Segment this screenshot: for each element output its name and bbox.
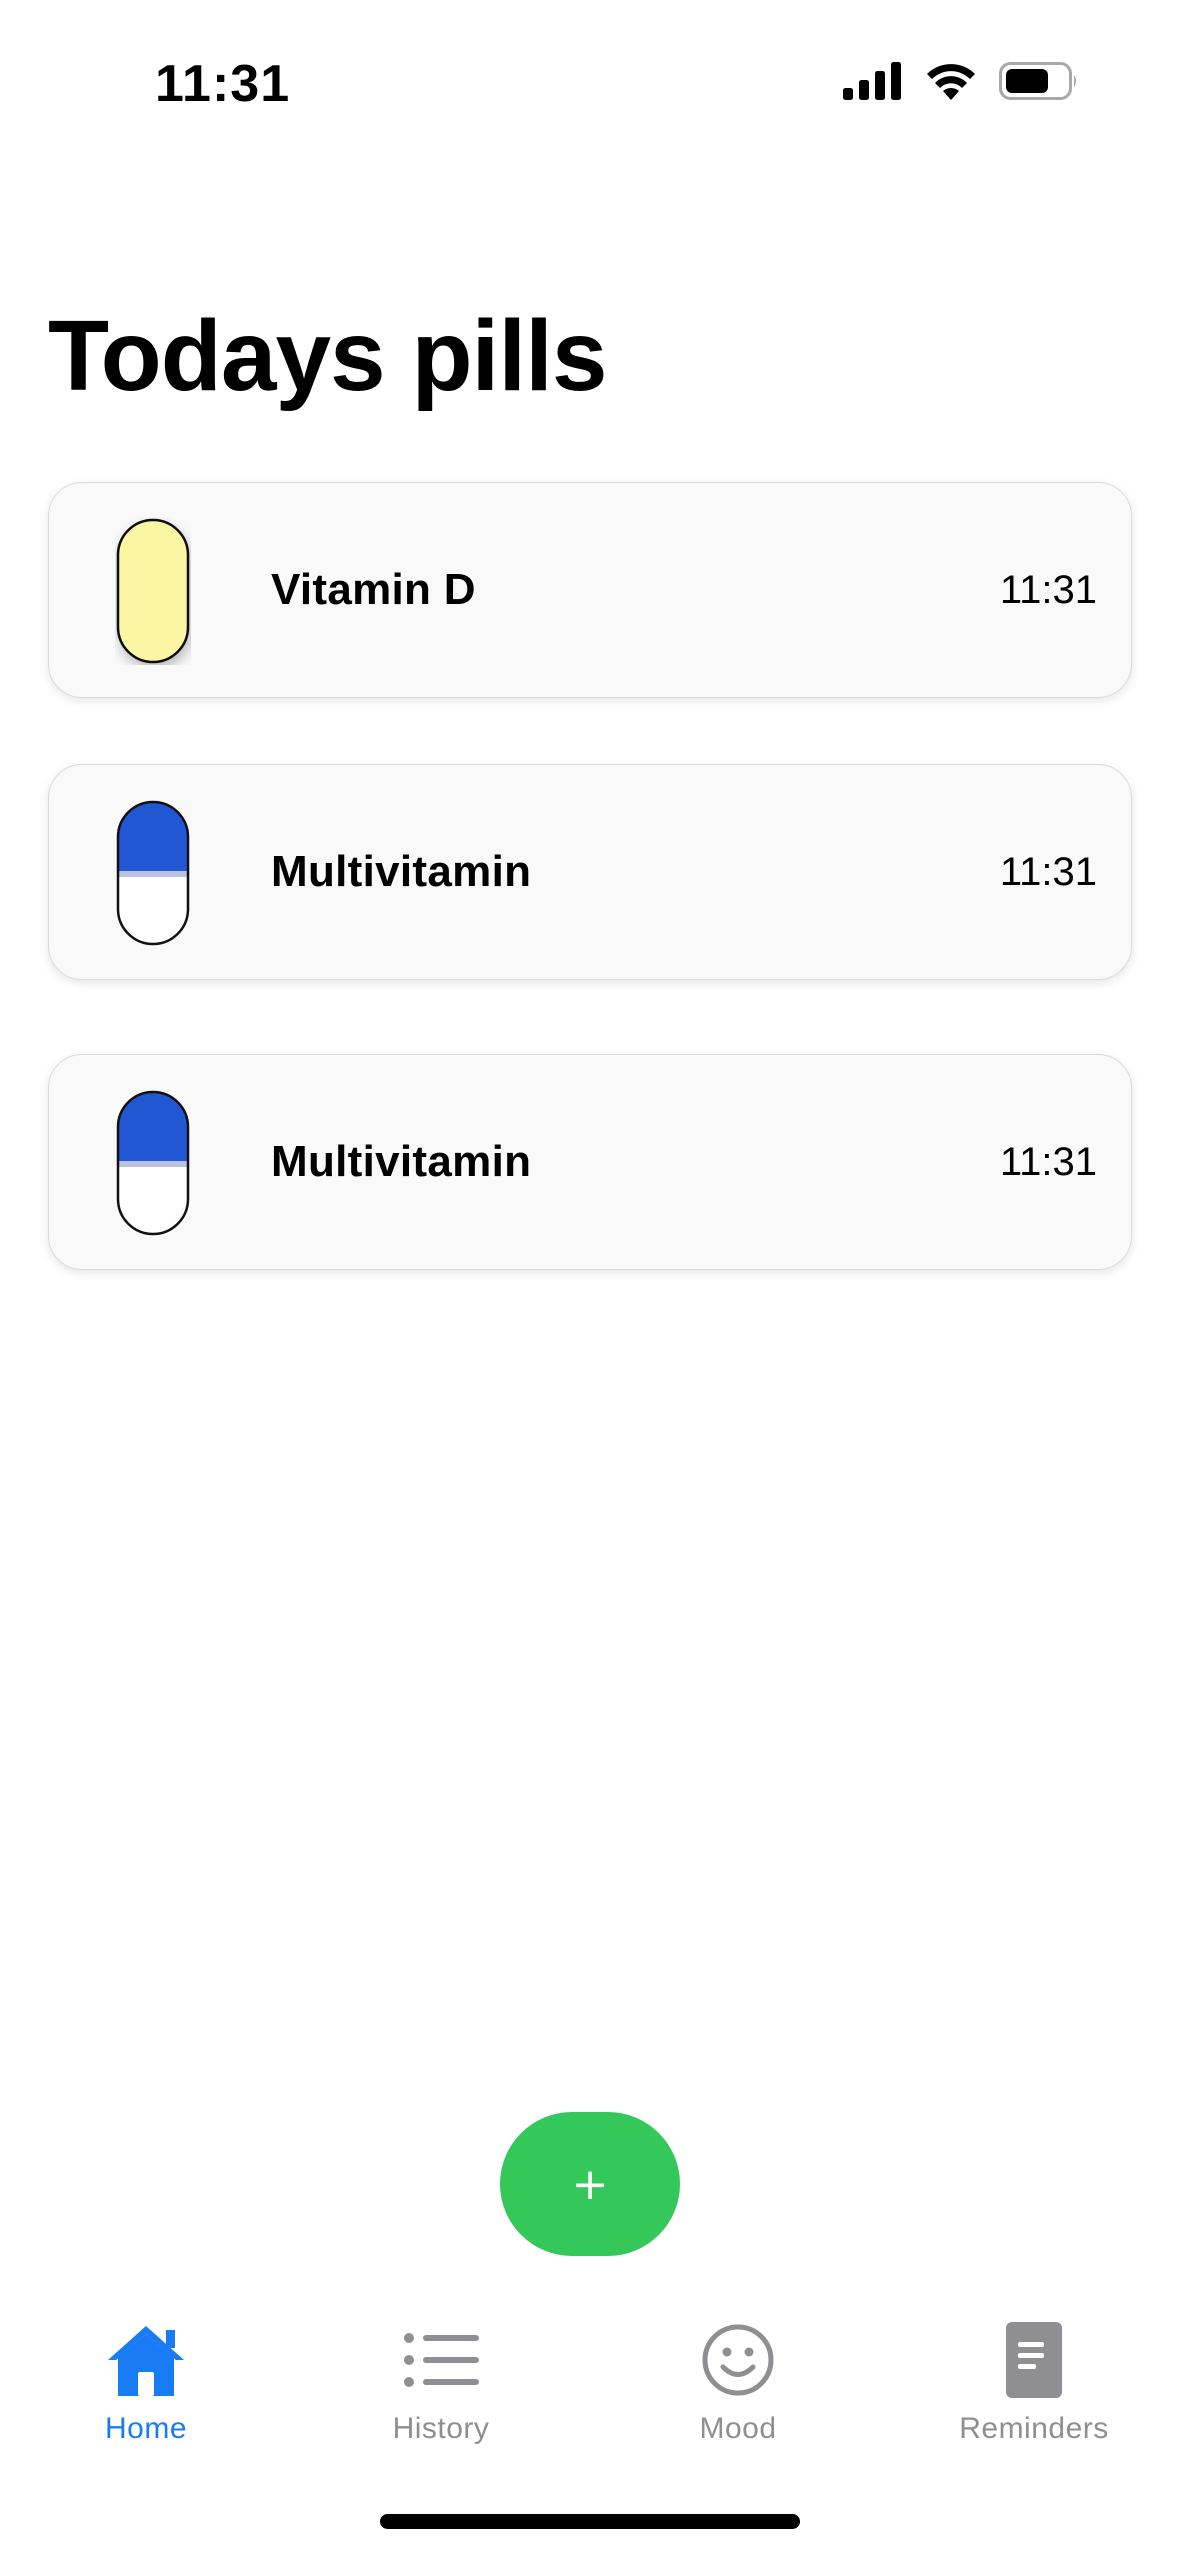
tab-reminders[interactable]: Reminders bbox=[924, 2320, 1144, 2470]
house-icon bbox=[108, 2326, 184, 2396]
tab-label: History bbox=[392, 2412, 490, 2445]
pill-time: 11:31 bbox=[999, 1139, 1097, 1184]
pill-name: Vitamin D bbox=[271, 565, 476, 614]
home-indicator[interactable] bbox=[380, 2514, 800, 2529]
softgel-pill-icon bbox=[116, 518, 190, 664]
status-bar: 11:31 bbox=[0, 0, 1179, 150]
tab-home[interactable]: Home bbox=[36, 2320, 256, 2470]
wifi-icon bbox=[927, 64, 975, 100]
pill-card-multivitamin[interactable]: Multivitamin 11:31 bbox=[48, 1054, 1132, 1270]
app-screen: 11:31 Todays pills Vitamin D 11:31 Multi… bbox=[0, 0, 1179, 2556]
pill-name: Multivitamin bbox=[271, 847, 532, 896]
status-time: 11:31 bbox=[155, 55, 291, 113]
pill-time: 11:31 bbox=[999, 849, 1097, 894]
tab-label: Home bbox=[104, 2412, 188, 2445]
page-title: Todays pills bbox=[48, 300, 608, 412]
capsule-pill-icon bbox=[116, 1090, 190, 1236]
tab-bar: Home History Mood Reminders bbox=[0, 2300, 1179, 2500]
capsule-pill-icon bbox=[116, 800, 190, 946]
battery-icon bbox=[999, 62, 1076, 100]
pill-name: Multivitamin bbox=[271, 1137, 532, 1186]
cellular-signal-icon bbox=[843, 62, 901, 100]
tab-label: Mood bbox=[699, 2412, 777, 2445]
list-icon bbox=[404, 2333, 479, 2387]
tab-history[interactable]: History bbox=[331, 2320, 551, 2470]
document-icon bbox=[1006, 2322, 1062, 2398]
pill-time: 11:31 bbox=[999, 567, 1097, 612]
pill-card-multivitamin[interactable]: Multivitamin 11:31 bbox=[48, 764, 1132, 980]
tab-label: Reminders bbox=[959, 2412, 1109, 2445]
status-icons bbox=[843, 62, 1079, 100]
smiley-face-icon bbox=[702, 2324, 774, 2396]
pill-card-vitamin-d[interactable]: Vitamin D 11:31 bbox=[48, 482, 1132, 698]
tab-mood[interactable]: Mood bbox=[628, 2320, 848, 2470]
add-pill-button[interactable]: + bbox=[500, 2112, 680, 2256]
